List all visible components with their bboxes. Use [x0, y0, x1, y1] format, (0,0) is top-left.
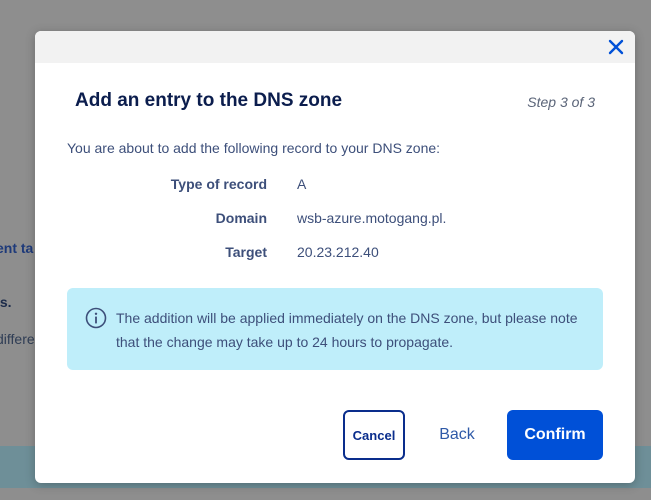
record-row-domain: Domain wsb-azure.motogang.pl. — [35, 210, 635, 230]
close-icon — [608, 39, 624, 55]
confirm-button[interactable]: Confirm — [507, 410, 603, 460]
record-value: 20.23.212.40 — [297, 244, 379, 260]
modal-title: Add an entry to the DNS zone — [75, 90, 343, 111]
modal-header — [35, 31, 635, 63]
record-row-type: Type of record A — [35, 176, 635, 196]
record-value: wsb-azure.motogang.pl. — [297, 210, 447, 226]
info-icon — [85, 307, 107, 329]
info-text: The addition will be applied immediately… — [116, 310, 578, 350]
record-label: Target — [225, 244, 267, 260]
record-label: Type of record — [170, 176, 267, 192]
record-row-target: Target 20.23.212.40 — [35, 244, 635, 264]
info-message: The addition will be applied immediately… — [67, 288, 603, 370]
intro-text: You are about to add the following recor… — [67, 140, 441, 156]
record-label: Domain — [215, 210, 267, 226]
back-button[interactable]: Back — [427, 410, 487, 460]
record-value: A — [297, 176, 307, 192]
background-text: ent ta — [0, 240, 34, 256]
add-dns-entry-modal: Add an entry to the DNS zone Step 3 of 3… — [35, 31, 635, 483]
close-button[interactable] — [607, 38, 625, 56]
cancel-button[interactable]: Cancel — [343, 410, 405, 460]
step-indicator: Step 3 of 3 — [527, 94, 595, 110]
background-text: ls. — [0, 294, 12, 310]
background-text: differe — [0, 331, 35, 347]
